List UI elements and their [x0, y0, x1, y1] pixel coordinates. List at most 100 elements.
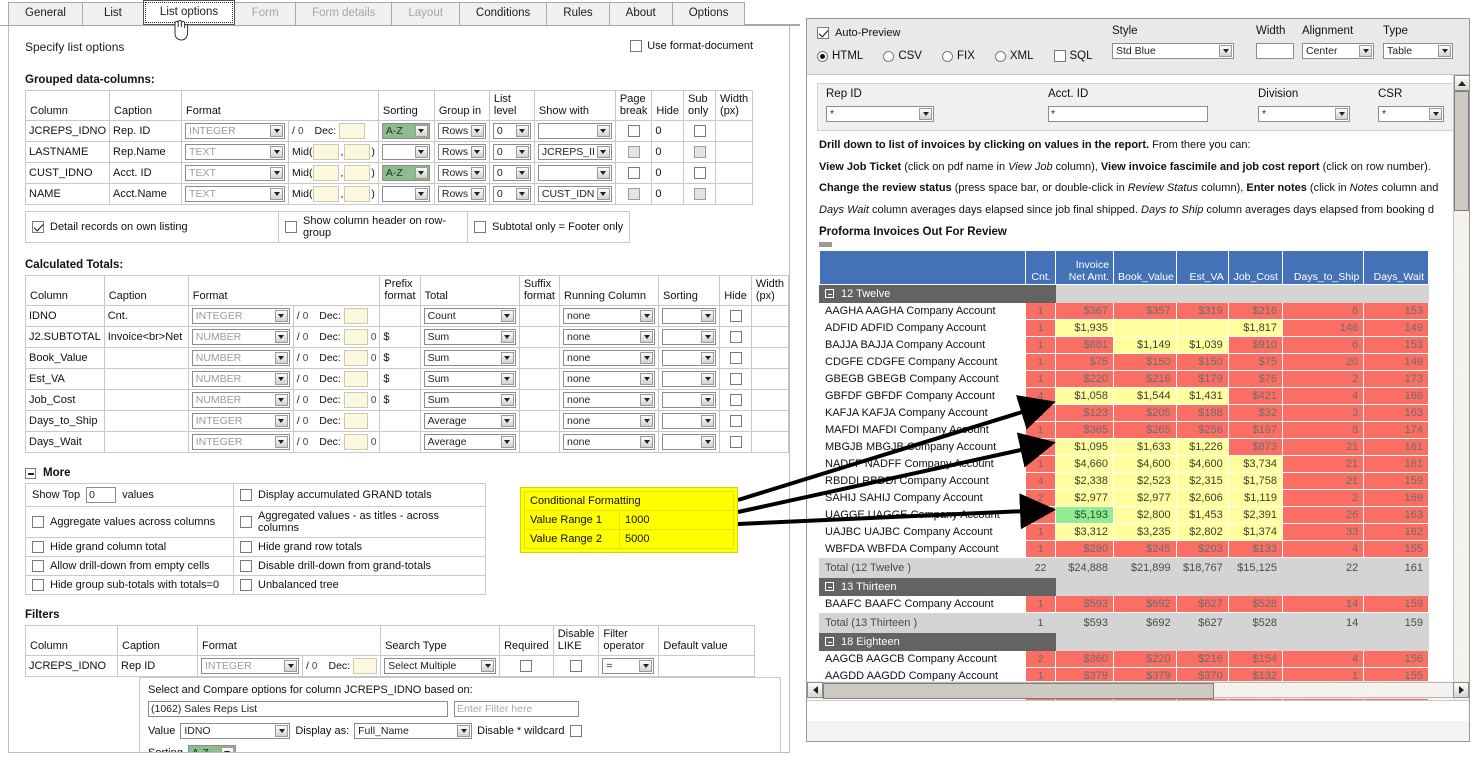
grouped-option-cell[interactable]: Show column header on row-group	[278, 211, 468, 243]
report-cell[interactable]: $367	[1054, 302, 1115, 320]
total-select[interactable]: Sum	[423, 371, 516, 387]
scroll-right-button[interactable]	[1453, 682, 1469, 698]
mid-start-input[interactable]	[313, 186, 340, 202]
report-row-name[interactable]: BAAFC BAAFC Company Account	[818, 595, 1027, 613]
more-option-checkbox-8[interactable]	[240, 579, 252, 591]
report-cell[interactable]: 1	[1025, 421, 1056, 439]
more-option-checkbox-6[interactable]	[240, 560, 252, 572]
width-input[interactable]	[1256, 43, 1294, 59]
dropdown-arrow-icon[interactable]	[414, 146, 428, 158]
dropdown-arrow-icon[interactable]	[640, 415, 653, 427]
dropdown-arrow-icon[interactable]	[1335, 108, 1348, 120]
report-cell[interactable]: 21	[1281, 472, 1365, 490]
total-select[interactable]: Average	[423, 434, 516, 450]
more-option-cell[interactable]: Hide grand column total	[25, 537, 234, 557]
dropdown-arrow-icon[interactable]	[274, 373, 288, 385]
dropdown-arrow-icon[interactable]	[470, 167, 484, 179]
dropdown-arrow-icon[interactable]	[701, 373, 714, 385]
required-checkbox[interactable]	[520, 660, 533, 673]
total-select[interactable]: Sum	[423, 350, 516, 366]
report-cell[interactable]: $2,338	[1054, 472, 1115, 490]
mid-length-input[interactable]	[344, 186, 371, 202]
sorting-select[interactable]: A-Z	[381, 165, 430, 181]
hide-checkbox[interactable]	[729, 310, 742, 323]
grouped-option-cell[interactable]: Detail records on own listing	[25, 211, 279, 243]
report-column-header-3[interactable]: Book_Value	[1113, 250, 1177, 285]
report-cell[interactable]: $1,058	[1054, 387, 1115, 405]
sorting-select[interactable]	[662, 350, 716, 366]
more-option-cell[interactable]: Display accumulated GRAND totals	[233, 483, 486, 507]
more-option-cell[interactable]: Hide grand row totals	[233, 537, 486, 557]
report-group-label[interactable]: 13 Thirteen	[819, 577, 1056, 596]
report-row-name[interactable]: NADFF NADFF Company Account	[818, 455, 1027, 473]
report-column-header-1[interactable]: Cnt.	[1025, 250, 1056, 285]
report-row-name[interactable]: GBEGB GBEGB Company Account	[818, 370, 1027, 388]
dec-input[interactable]	[343, 413, 368, 429]
collapse-group-icon[interactable]	[825, 289, 834, 299]
report-cell[interactable]: $2,977	[1113, 489, 1177, 507]
report-cell[interactable]: $1,817	[1227, 319, 1283, 337]
table-row[interactable]: ADFID ADFID Company Account 1 $1,935 $1,817…	[818, 319, 1429, 337]
tab-conditions[interactable]: Conditions	[458, 2, 548, 25]
more-option-checkbox-4[interactable]	[240, 541, 252, 553]
dec-input[interactable]	[343, 392, 368, 408]
report-cell[interactable]: $528	[1227, 595, 1283, 613]
value-range-2-value[interactable]: 5000	[619, 529, 734, 549]
table-row[interactable]: SAHIJ SAHIJ Company Account 2 $2,977 $2,977…	[818, 489, 1429, 507]
report-cell[interactable]: $2,606	[1175, 489, 1229, 507]
dropdown-arrow-icon[interactable]	[284, 660, 297, 672]
hscroll-track[interactable]	[823, 682, 1453, 699]
dropdown-arrow-icon[interactable]	[274, 310, 288, 322]
report-cell[interactable]: $3,235	[1113, 523, 1177, 541]
more-option-checkbox-5[interactable]	[32, 560, 44, 572]
report-cell[interactable]: 173	[1363, 370, 1429, 388]
sorting-select[interactable]	[381, 144, 430, 160]
report-cell[interactable]: 8	[1281, 421, 1365, 439]
report-cell[interactable]: $179	[1175, 370, 1229, 388]
value-select[interactable]: IDNO	[180, 723, 291, 739]
report-cell[interactable]: $2,523	[1113, 472, 1177, 490]
report-cell[interactable]: 1	[1025, 336, 1056, 354]
dropdown-arrow-icon[interactable]	[270, 167, 284, 179]
report-cell[interactable]: 159	[1363, 472, 1429, 490]
dropdown-arrow-icon[interactable]	[701, 310, 714, 322]
report-row-name[interactable]: UAGGE UAGGE Company Account	[818, 506, 1027, 524]
report-cell[interactable]: $4,600	[1113, 455, 1177, 473]
running-column-select[interactable]: none	[563, 392, 655, 408]
report-cell[interactable]: 1	[1025, 319, 1056, 337]
filter-search-input[interactable]: Enter Filter here	[454, 701, 579, 717]
report-cell[interactable]: 161	[1363, 455, 1429, 473]
total-select[interactable]: Sum	[423, 392, 516, 408]
report-cell[interactable]: $1,935	[1054, 319, 1115, 337]
mid-start-input[interactable]	[313, 165, 340, 181]
report-cell[interactable]: 155	[1363, 540, 1429, 558]
dropdown-arrow-icon[interactable]	[701, 394, 714, 406]
report-cell[interactable]: $4,660	[1054, 455, 1115, 473]
hide-checkbox[interactable]	[729, 352, 742, 365]
report-cell[interactable]: 159	[1363, 595, 1429, 613]
report-row-name[interactable]: MBGJB MBGJB Company Account	[818, 438, 1027, 456]
table-row[interactable]: KAFJA KAFJA Company Account 1 $123 $205 $188…	[818, 404, 1429, 422]
report-cell[interactable]: $365	[1054, 421, 1115, 439]
sub-only-checkbox[interactable]	[693, 125, 706, 138]
dropdown-arrow-icon[interactable]	[500, 415, 514, 427]
dropdown-arrow-icon[interactable]	[274, 436, 288, 448]
table-row[interactable]: UAGGE UAGGE Company Account 1 $5,193 $2,800…	[818, 506, 1429, 524]
radio-fix[interactable]	[941, 50, 953, 62]
sorting-select[interactable]: A-Z	[381, 123, 430, 139]
report-cell[interactable]: $360	[1054, 650, 1115, 668]
alignment-select[interactable]: Center	[1302, 43, 1374, 59]
format-select[interactable]: NUMBER	[191, 329, 290, 345]
grouped-option-checkbox-1[interactable]	[285, 221, 297, 233]
more-option-checkbox-0[interactable]	[240, 489, 252, 501]
preview-vertical-scrollbar[interactable]	[1453, 75, 1469, 721]
dropdown-arrow-icon[interactable]	[701, 415, 714, 427]
report-cell[interactable]: $1,226	[1175, 438, 1229, 456]
report-cell[interactable]: 153	[1363, 336, 1429, 354]
sub-only-checkbox[interactable]	[693, 188, 706, 201]
dropdown-arrow-icon[interactable]	[701, 331, 714, 343]
report-cell[interactable]: $256	[1175, 421, 1229, 439]
report-column-header-5[interactable]: Job_Cost	[1227, 250, 1283, 285]
report-cell[interactable]: 6	[1281, 336, 1365, 354]
collapse-group-icon[interactable]	[825, 637, 834, 647]
